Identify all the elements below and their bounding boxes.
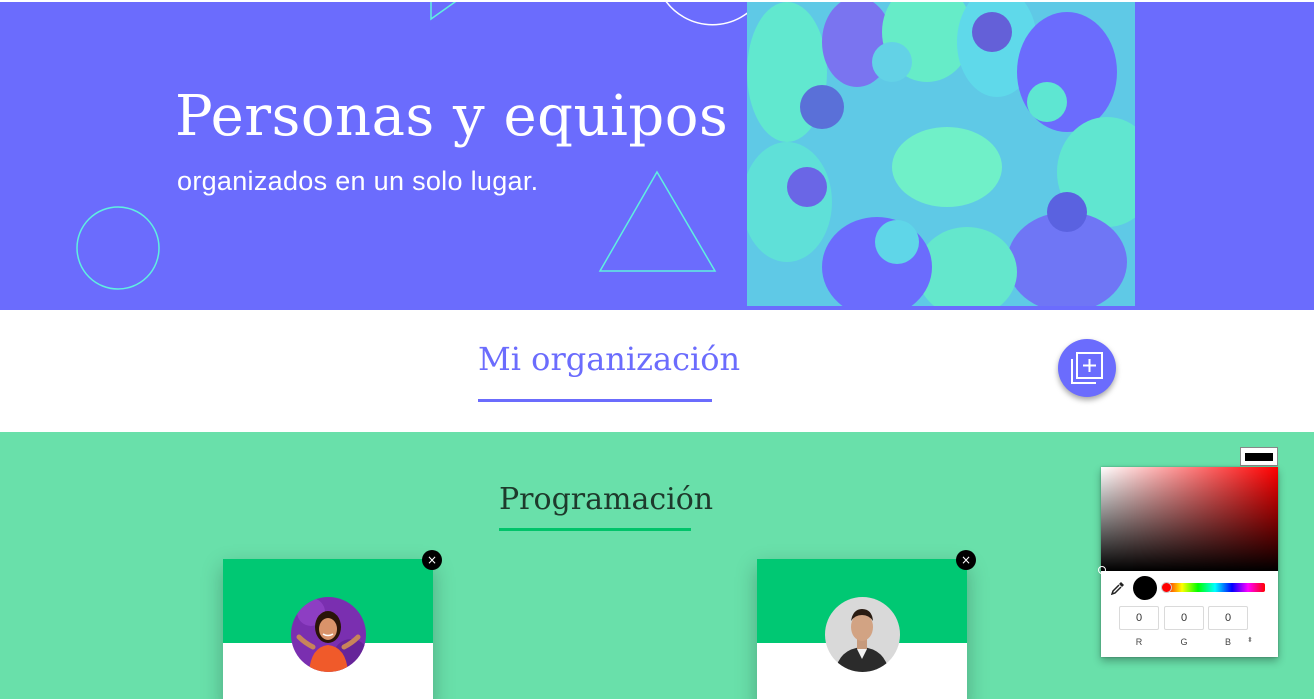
person-card[interactable]: [223, 559, 433, 699]
color-swatch-button[interactable]: [1240, 447, 1278, 466]
red-input[interactable]: [1119, 606, 1159, 630]
close-card-button[interactable]: ×: [422, 550, 442, 570]
organization-title-underline: [478, 399, 712, 402]
schedule-title: Programación: [499, 482, 714, 517]
triangle-small-shape: [430, 2, 457, 21]
add-item-button[interactable]: [1058, 339, 1116, 397]
close-card-button[interactable]: ×: [956, 550, 976, 570]
circle-shape: [76, 206, 160, 290]
current-color-swatch: [1245, 453, 1273, 461]
organization-section: Mi organización: [0, 310, 1314, 432]
organization-title: Mi organización: [478, 340, 741, 378]
hero-subtitle: organizados en un solo lugar.: [177, 166, 539, 196]
green-label: G: [1180, 637, 1188, 647]
hue-slider-handle[interactable]: [1161, 582, 1172, 593]
saturation-pointer[interactable]: [1098, 566, 1106, 574]
blue-label: B: [1224, 637, 1231, 647]
hue-slider[interactable]: [1161, 582, 1265, 593]
green-input[interactable]: [1164, 606, 1204, 630]
hero-banner: Personas y equipos organizados en un sol…: [0, 2, 1314, 310]
format-toggle-icon[interactable]: ⬍: [1247, 636, 1253, 644]
decorative-shapes: [76, 2, 747, 290]
woman-avatar: [291, 597, 366, 672]
add-copy-icon: [1071, 352, 1103, 384]
person-card[interactable]: [757, 559, 967, 699]
color-preview: [1133, 576, 1157, 600]
blue-input[interactable]: [1208, 606, 1248, 630]
hero-title: Personas y equipos: [175, 84, 729, 149]
color-picker-panel: R G B ⬍: [1098, 467, 1278, 657]
red-label: R: [1135, 637, 1143, 647]
man-avatar: [825, 597, 900, 672]
circle-arc-shape: [665, 2, 747, 26]
eyedropper-icon[interactable]: [1111, 581, 1125, 595]
schedule-title-underline: [499, 528, 691, 531]
triangle-shape: [598, 170, 717, 272]
team-photo: [747, 2, 1135, 306]
saturation-area[interactable]: [1098, 467, 1278, 574]
